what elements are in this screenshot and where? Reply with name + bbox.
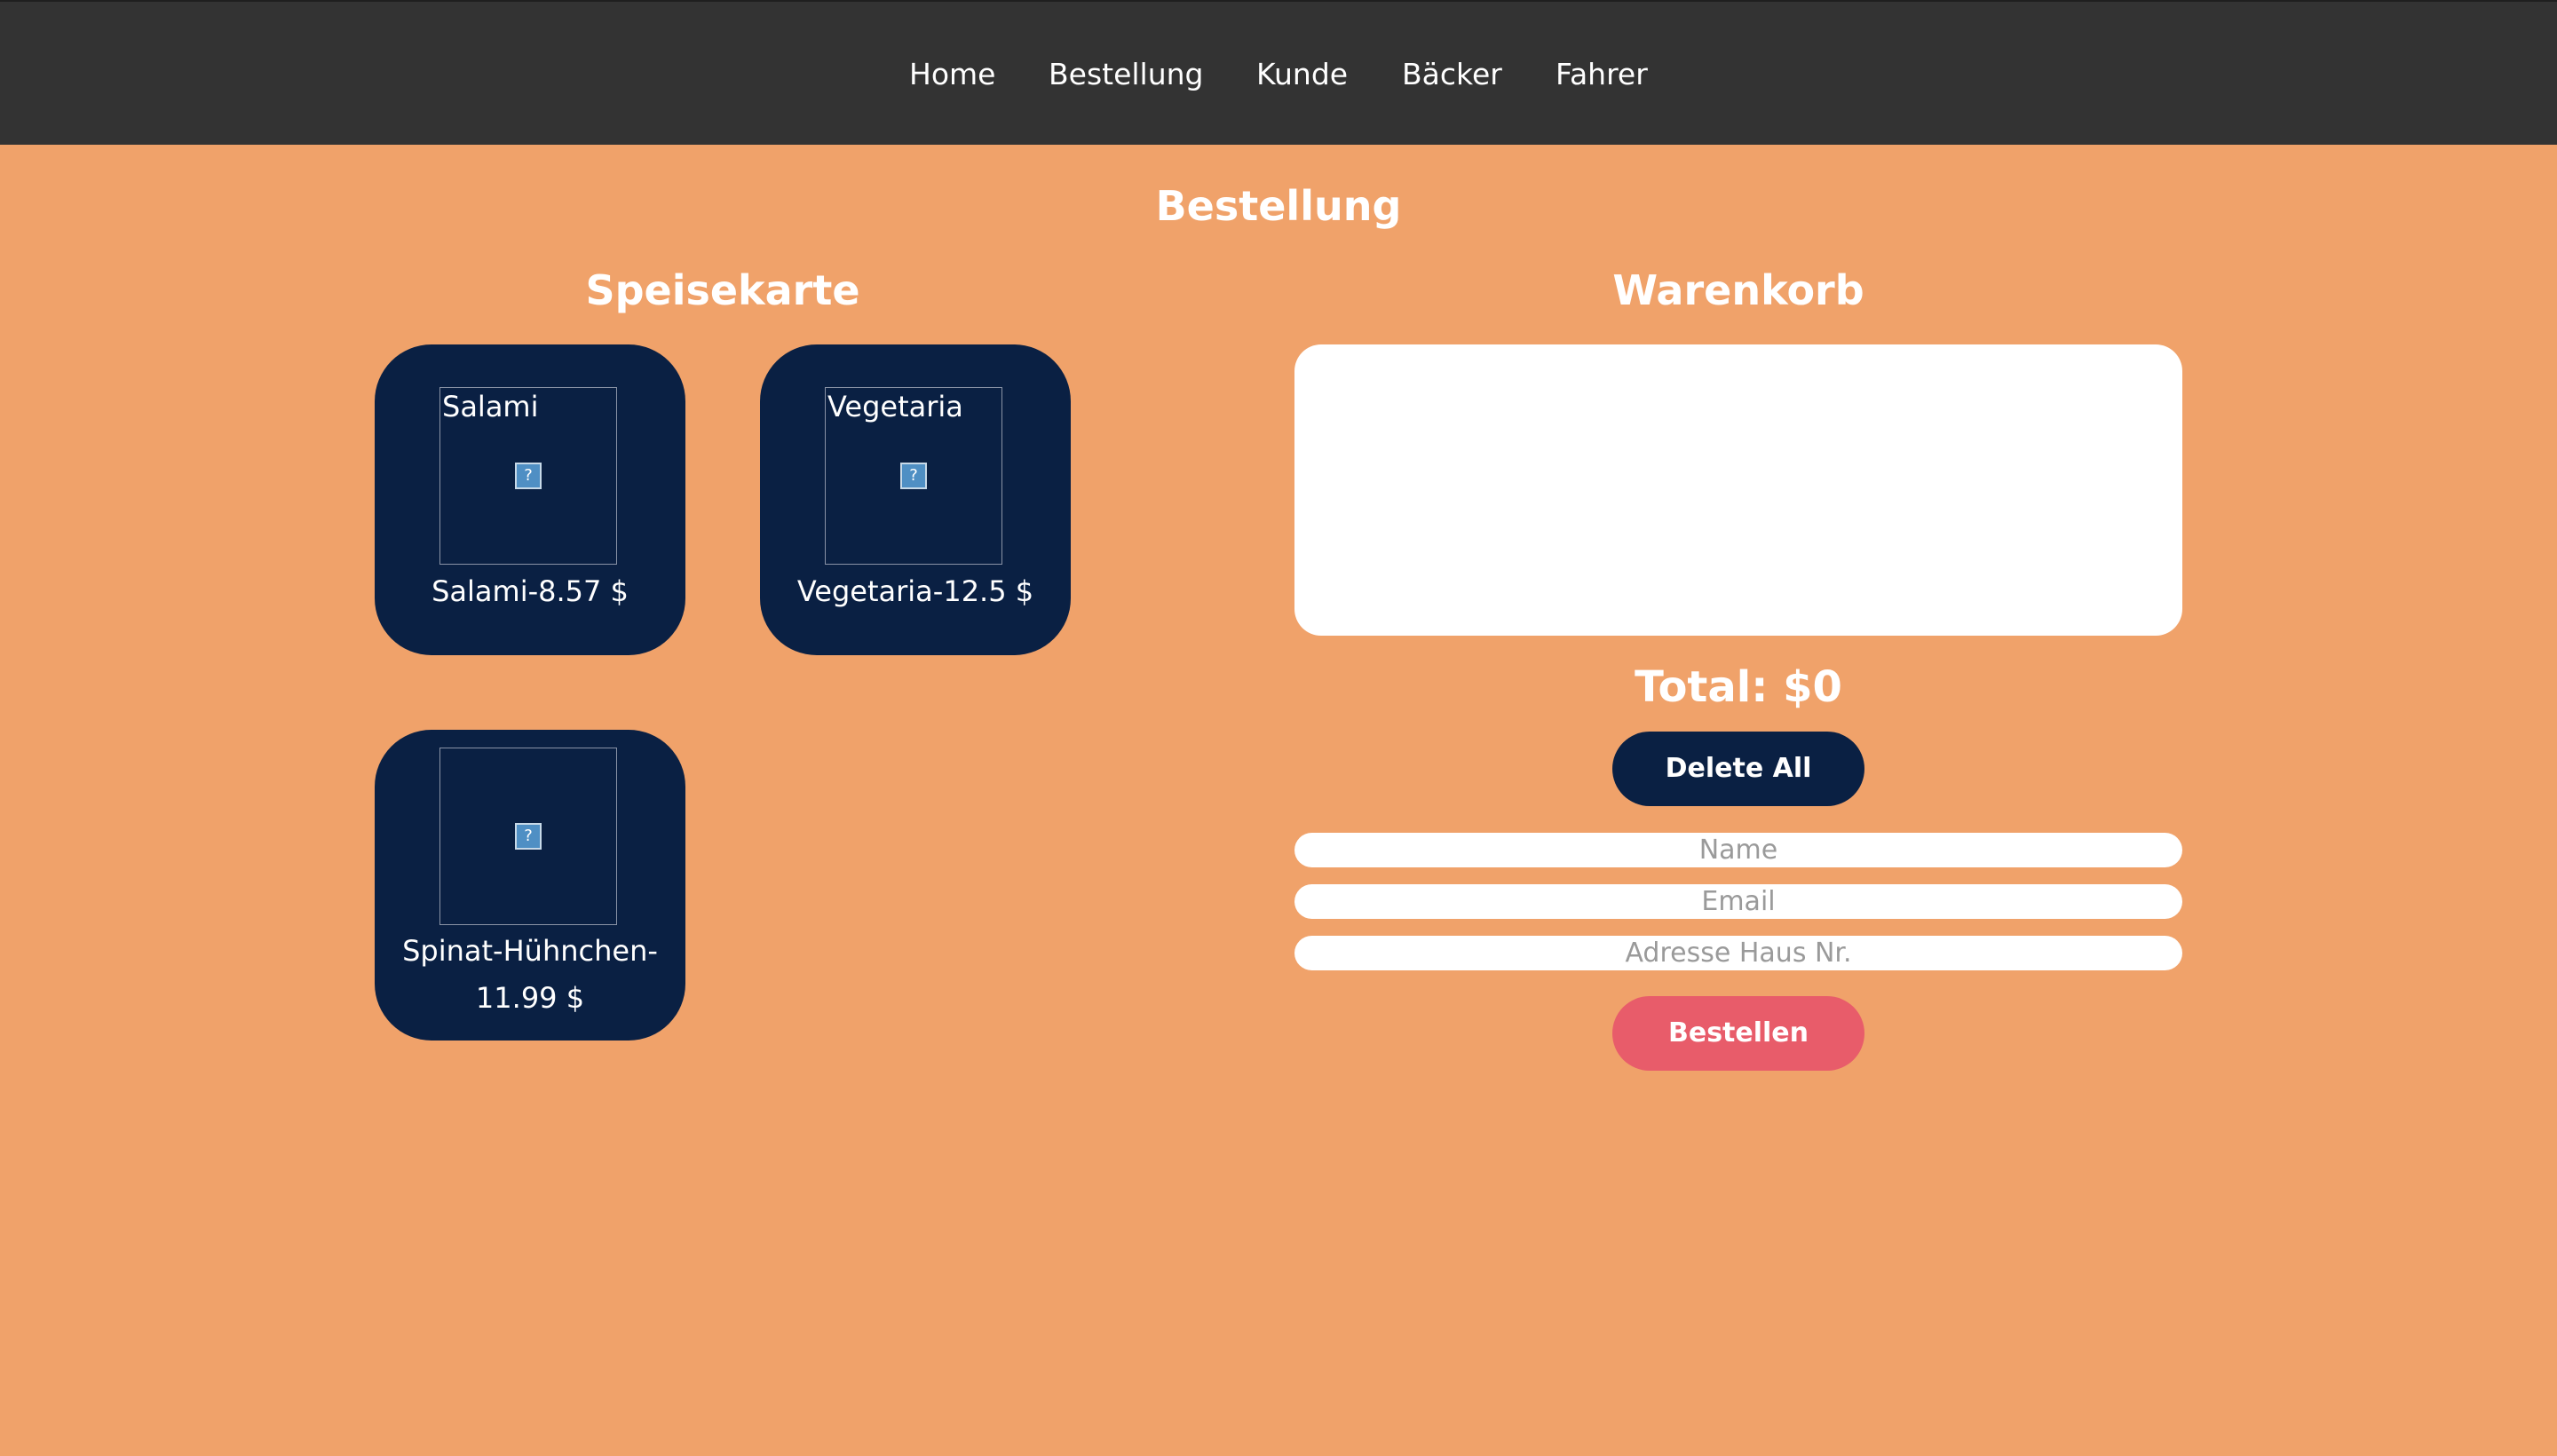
cart-list	[1294, 344, 2182, 636]
top-navigation: Home Bestellung Kunde Bäcker Fahrer	[0, 0, 2557, 145]
pizza-image: Vegetaria ?	[825, 387, 1002, 565]
pizza-image: ?	[439, 748, 617, 925]
email-field[interactable]	[1294, 884, 2182, 919]
image-alt-text: Vegetaria	[827, 390, 963, 423]
menu-item-label: Salami-8.57 $	[431, 574, 629, 608]
cart-total: Total: $0	[1635, 662, 1842, 712]
nav-link-fahrer[interactable]: Fahrer	[1556, 55, 1648, 94]
menu-item-label: Spinat-Hühnchen-11.99 $	[402, 934, 658, 1015]
menu-item-spinat-huehnchen[interactable]: ? Spinat-Hühnchen-11.99 $	[375, 730, 685, 1041]
menu-title: Speisekarte	[585, 266, 860, 314]
page-title: Bestellung	[1155, 182, 1402, 230]
broken-image-icon: ?	[515, 463, 542, 489]
broken-image-icon: ?	[515, 823, 542, 850]
broken-image-icon: ?	[900, 463, 927, 489]
nav-link-baecker[interactable]: Bäcker	[1402, 55, 1502, 94]
nav-link-kunde[interactable]: Kunde	[1256, 55, 1348, 94]
image-alt-text: Salami	[442, 390, 539, 423]
nav-link-home[interactable]: Home	[909, 55, 995, 94]
delete-all-button[interactable]: Delete All	[1612, 732, 1864, 806]
pizza-image: Salami ?	[439, 387, 617, 565]
order-button[interactable]: Bestellen	[1612, 996, 1864, 1071]
nav-link-bestellung[interactable]: Bestellung	[1049, 55, 1204, 94]
address-field[interactable]	[1294, 936, 2182, 970]
cart-title: Warenkorb	[1612, 266, 1864, 314]
name-field[interactable]	[1294, 833, 2182, 867]
menu-item-salami[interactable]: Salami ? Salami-8.57 $	[375, 344, 685, 655]
menu-item-label: Vegetaria-12.5 $	[796, 574, 1034, 608]
menu-item-vegetaria[interactable]: Vegetaria ? Vegetaria-12.5 $	[760, 344, 1071, 655]
